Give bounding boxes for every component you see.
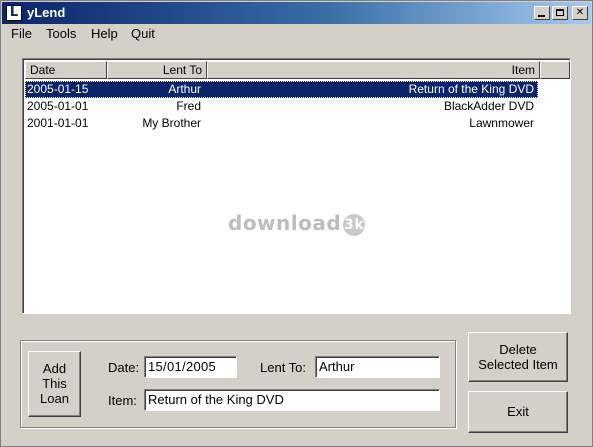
app-window: L yLend ✕ File Tools Help Quit Date Lent… [0, 0, 593, 447]
close-button[interactable]: ✕ [572, 6, 588, 20]
window-title: yLend [27, 5, 66, 20]
watermark-text: download [228, 211, 342, 235]
maximize-button[interactable] [552, 6, 568, 20]
cell-date: 2001-01-01 [27, 116, 89, 130]
column-header-lent-to[interactable]: Lent To [107, 61, 207, 79]
add-loan-button[interactable]: Add This Loan [28, 351, 81, 417]
table-row[interactable]: 2005-01-01 Fred BlackAdder DVD [25, 98, 538, 115]
exit-button[interactable]: Exit [468, 391, 568, 433]
cell-lent-to: Arthur [168, 82, 201, 96]
menu-bar: File Tools Help Quit [2, 24, 591, 43]
maximize-icon [556, 9, 564, 16]
add-loan-label-line: Add [42, 361, 67, 376]
column-header-filler [540, 61, 570, 79]
delete-label-line: Selected Item [478, 357, 558, 372]
column-header-date[interactable]: Date [25, 61, 107, 79]
lent-to-label: Lent To: [260, 360, 307, 375]
minimize-icon [538, 15, 545, 17]
add-loan-label-line: This [42, 376, 67, 391]
cell-date: 2005-01-01 [27, 99, 89, 113]
cell-lent-to: Fred [176, 99, 201, 113]
watermark-badge-icon: 3k [343, 213, 366, 236]
cell-item: Return of the King DVD [408, 82, 534, 96]
lent-to-field[interactable]: Arthur [315, 356, 440, 378]
minimize-button[interactable] [534, 6, 550, 20]
menu-quit[interactable]: Quit [131, 26, 155, 41]
new-loan-group [20, 340, 456, 428]
column-header-item[interactable]: Item [207, 61, 540, 79]
title-bar[interactable]: L yLend ✕ [2, 2, 591, 24]
menu-tools[interactable]: Tools [46, 26, 76, 41]
table-row[interactable]: 2005-01-15 Arthur Return of the King DVD [25, 81, 538, 98]
date-label: Date: [108, 360, 140, 375]
delete-label-line: Delete [499, 342, 537, 357]
delete-selected-button[interactable]: Delete Selected Item [468, 332, 568, 382]
item-field[interactable]: Return of the King DVD [144, 389, 440, 411]
cell-date: 2005-01-15 [27, 82, 89, 96]
item-label: Item: [108, 393, 137, 408]
cell-item: BlackAdder DVD [443, 99, 534, 113]
loans-list[interactable]: Date Lent To Item 2005-01-15 Arthur Retu… [22, 58, 571, 314]
watermark: download 3k [228, 211, 366, 236]
menu-file[interactable]: File [11, 26, 32, 41]
date-field[interactable]: 15/01/2005 [144, 356, 237, 378]
add-loan-label-line: Loan [40, 391, 69, 406]
list-header: Date Lent To Item [25, 61, 570, 79]
menu-help[interactable]: Help [91, 26, 118, 41]
cell-lent-to: My Brother [142, 116, 201, 130]
close-icon: ✕ [575, 7, 585, 18]
cell-item: Lawnmower [469, 116, 534, 130]
app-logo-icon: L [6, 5, 22, 21]
table-row[interactable]: 2001-01-01 My Brother Lawnmower [25, 115, 538, 132]
